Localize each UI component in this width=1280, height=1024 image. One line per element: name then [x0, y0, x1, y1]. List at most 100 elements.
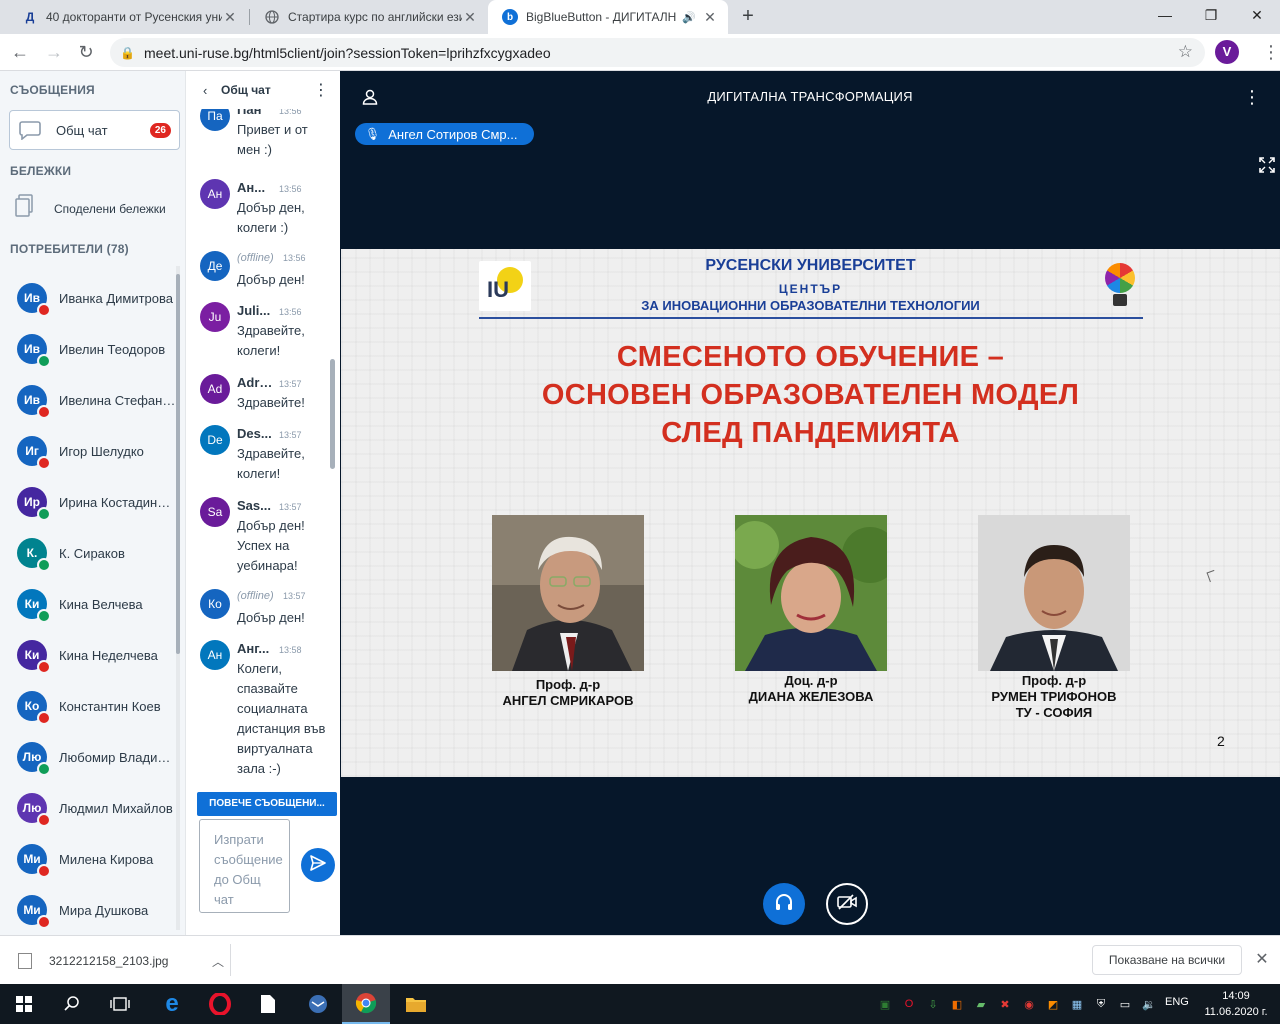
speaker-icon[interactable]: 🔊	[682, 11, 696, 24]
user-avatar: Ки	[17, 640, 51, 674]
tray-app-icon-5[interactable]: ▦	[1068, 995, 1086, 1013]
scrollbar-thumb[interactable]	[176, 274, 180, 654]
system-clock[interactable]: 14:09 11.06.2020 г.	[1200, 988, 1272, 1020]
user-initials: Ки	[24, 648, 40, 662]
language-indicator[interactable]: ENG	[1165, 996, 1189, 1008]
tray-app-icon-3[interactable]: ▰	[972, 995, 990, 1013]
task-view-icon[interactable]	[96, 984, 144, 1024]
message-avatar-initials: Ad	[207, 382, 223, 396]
new-tab-button[interactable]: +	[737, 5, 759, 27]
user-name: Ивелин Теодоров	[59, 341, 166, 357]
user-name: К. Сираков	[59, 545, 125, 561]
user-name: Ирина Костадинова	[59, 494, 177, 510]
talking-indicator[interactable]: 🎙 Ангел Сотиров Смр...	[355, 123, 534, 145]
presentation-area: ДИГИТАЛНА ТРАНСФОРМАЦИЯ ⋮ 🎙 Ангел Сотиро…	[340, 71, 1280, 935]
chrome-icon[interactable]	[342, 984, 390, 1024]
microphone-icon: 🎙	[365, 127, 381, 141]
chevron-left-icon[interactable]: ‹	[203, 83, 217, 98]
user-list-item[interactable]: Ив Иванка Димитрова	[0, 273, 178, 323]
bookmark-star-icon[interactable]: ☆	[1178, 42, 1193, 62]
scrollbar-thumb[interactable]	[330, 359, 335, 469]
user-list-item[interactable]: Лю Любомир Владимиров	[0, 732, 178, 782]
user-list-item[interactable]: Ир Ирина Костадинова	[0, 477, 178, 527]
listen-only-icon	[37, 609, 51, 623]
browser-tab-2[interactable]: Стартира курс по английски ези ✕	[250, 0, 488, 34]
tray-shield-icon[interactable]: ⛨	[1092, 995, 1110, 1013]
public-chat-entry[interactable]: Общ чат 26	[9, 110, 180, 150]
close-tab-icon[interactable]: ✕	[462, 9, 478, 26]
windows-start-icon[interactable]	[0, 984, 48, 1024]
back-arrow-icon[interactable]: ←	[8, 40, 32, 64]
user-name: Людмил Михайлов	[59, 800, 173, 816]
share-webcam-button[interactable]	[826, 883, 868, 925]
chat-options-icon[interactable]: ⋮	[311, 80, 331, 100]
audio-headphones-button[interactable]	[763, 883, 805, 925]
messages-header: СЪОБЩЕНИЯ	[10, 83, 95, 97]
message-time: 13:56	[283, 253, 306, 263]
message-time: 13:57	[283, 591, 306, 601]
user-list-item[interactable]: Лю Людмил Михайлов	[0, 783, 178, 833]
chat-scrollbar[interactable]	[330, 110, 335, 790]
tray-volume-icon[interactable]: 🔉	[1140, 995, 1158, 1013]
download-item[interactable]: 3212212158_2103.jpg ︿	[18, 948, 228, 974]
user-list-item[interactable]: Ив Ивелина Стефанова	[0, 375, 178, 425]
tray-ccleaner-icon[interactable]: ◉	[1020, 995, 1038, 1013]
user-list-item[interactable]: Ми Мира Душкова	[0, 885, 178, 935]
options-menu-icon[interactable]: ⋮	[1243, 87, 1261, 109]
more-messages-button[interactable]: ПОВЕЧЕ СЪОБЩЕНИ...	[197, 792, 337, 816]
file-explorer-icon[interactable]	[392, 984, 440, 1024]
message-header: Пан 13:56	[237, 109, 302, 117]
users-header: ПОТРЕБИТЕЛИ (78)	[10, 242, 129, 256]
browser-menu-icon[interactable]: ⋮	[1262, 40, 1280, 64]
slide-title-line-3: СЛЕД ПАНДЕМИЯТА	[661, 417, 960, 449]
browser-tab-strip: Д 40 докторанти от Русенския уни ✕ Старт…	[0, 0, 1280, 34]
download-file-name: 3212212158_2103.jpg	[49, 954, 169, 968]
close-window-icon[interactable]: ✕	[1234, 0, 1280, 30]
slide-page-number: 2	[1217, 733, 1225, 749]
tray-close-app-icon[interactable]: ✖	[996, 995, 1014, 1013]
browser-tab-1[interactable]: Д 40 докторанти от Русенския уни ✕	[8, 0, 248, 34]
slide-title-line-2: ОСНОВЕН ОБРАЗОВАТЕЛЕН МОДЕЛ	[541, 379, 1080, 411]
tray-app-icon-1[interactable]: ▣	[876, 995, 894, 1013]
tray-opera-icon[interactable]: O	[900, 995, 918, 1013]
chat-panel: ‹ Общ чат ⋮ Па Пан 13:56 Привет и от мен :)…	[185, 71, 340, 935]
forward-arrow-icon[interactable]: →	[42, 40, 66, 64]
tray-app-icon-2[interactable]: ◧	[948, 995, 966, 1013]
fullscreen-icon[interactable]	[1258, 157, 1276, 175]
restore-icon[interactable]: ❐	[1188, 0, 1234, 30]
send-button[interactable]	[301, 848, 335, 882]
chevron-up-icon[interactable]: ︿	[212, 953, 228, 970]
browser-tab-3-active[interactable]: b BigBlueButton - ДИГИТАЛН 🔊 ✕	[488, 0, 728, 34]
user-list-item[interactable]: Ки Кина Велчева	[0, 579, 178, 629]
user-list-item[interactable]: Ми Милена Кирова	[0, 834, 178, 884]
close-tab-icon[interactable]: ✕	[702, 9, 718, 26]
minimize-icon[interactable]: —	[1142, 0, 1188, 30]
address-bar[interactable]: 🔒 meet.uni-ruse.bg/html5client/join?sess…	[110, 38, 1205, 67]
shared-notes-entry[interactable]: Споделени бележки	[14, 192, 180, 226]
tray-download-icon[interactable]: ⇩	[924, 995, 942, 1013]
presenter-photo-3	[978, 515, 1130, 671]
close-download-bar-icon[interactable]: ✕	[1253, 949, 1271, 969]
user-list-item[interactable]: Ко Константин Коев	[0, 681, 178, 731]
profile-avatar[interactable]: V	[1215, 40, 1239, 64]
message-avatar-initials: Ко	[208, 597, 222, 611]
user-list-item[interactable]: Иг Игор Шелудко	[0, 426, 178, 476]
document-icon[interactable]	[244, 984, 292, 1024]
tray-network-icon[interactable]: ▭	[1116, 995, 1134, 1013]
user-list-item[interactable]: Ки Кина Неделчева	[0, 630, 178, 680]
user-list-item[interactable]: Ив Ивелин Теодоров	[0, 324, 178, 374]
internet-explorer-icon[interactable]: e	[148, 984, 196, 1024]
tray-app-icon-4[interactable]: ◩	[1044, 995, 1062, 1013]
user-initials: К.	[26, 546, 38, 560]
mail-app-icon[interactable]	[294, 984, 342, 1024]
close-tab-icon[interactable]: ✕	[222, 9, 238, 26]
chat-message-input[interactable]: Изпрати съобщение до Общ чат	[199, 819, 290, 913]
message-text: Здравейте, колеги!	[237, 323, 305, 358]
user-list-scrollbar[interactable]	[176, 266, 180, 930]
show-all-downloads-button[interactable]: Показване на всички	[1092, 945, 1242, 975]
user-avatar: Ми	[17, 844, 51, 878]
opera-icon[interactable]	[196, 984, 244, 1024]
search-icon[interactable]	[48, 984, 96, 1024]
reload-icon[interactable]: ↻	[74, 40, 98, 64]
user-list-item[interactable]: К. К. Сираков	[0, 528, 178, 578]
